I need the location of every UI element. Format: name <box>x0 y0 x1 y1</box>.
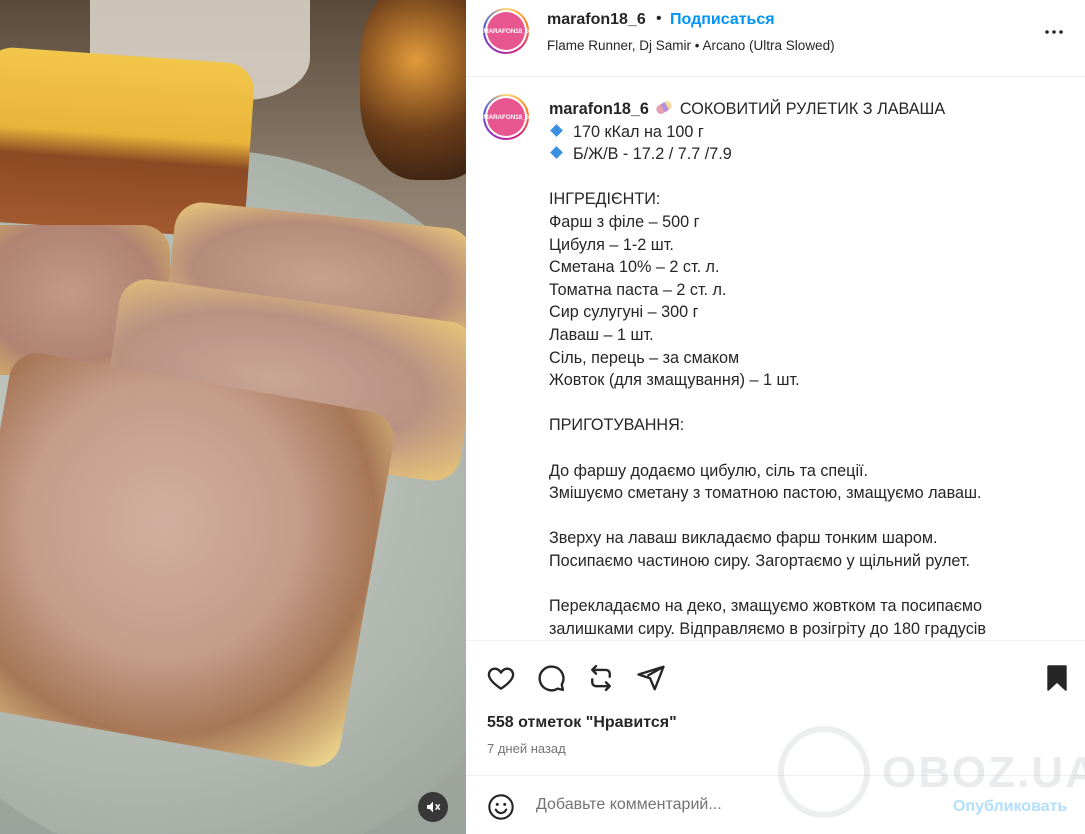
mute-button[interactable] <box>418 792 448 822</box>
step-line: Зверху на лаваш викладаємо фарш тонким ш… <box>549 529 938 548</box>
ingredient-item: Фарш з філе – 500 г <box>549 212 700 231</box>
diamond-icon <box>550 146 563 160</box>
roll-slice <box>0 348 399 772</box>
roll-emoji-icon <box>655 99 674 116</box>
macros: Б/Ж/В - 17.2 / 7.7 /7.9 <box>573 145 732 164</box>
comment-input[interactable] <box>536 796 936 814</box>
avatar[interactable]: MARAFON18_6 <box>483 94 529 140</box>
diamond-icon <box>550 123 563 137</box>
ingredient-item: Лаваш – 1 шт. <box>549 325 654 344</box>
likes-count[interactable]: 558 отметок "Нравится" <box>487 714 677 732</box>
post-media[interactable] <box>0 0 466 834</box>
prep-header: ПРИГОТУВАННЯ: <box>549 416 685 435</box>
step-line: залишками сиру. Відправляємо в розігріту… <box>549 619 987 638</box>
ingredient-item: Цибуля – 1-2 шт. <box>549 235 674 254</box>
post-comment-button[interactable]: Опубликовать <box>953 798 1067 816</box>
step-line: До фаршу додаємо цибулю, сіль та спеції. <box>549 461 869 480</box>
step-line: Змішуємо сметану з томатною пастою, змащ… <box>549 484 982 503</box>
share-icon[interactable] <box>636 663 666 693</box>
ingredient-item: Жовток (для змащування) – 1 шт. <box>549 371 800 390</box>
caption-title: СОКОВИТИЙ РУЛЕТИК З ЛАВАША <box>679 100 946 118</box>
ingredient-item: Сіль, перець – за смаком <box>549 348 740 367</box>
post-header: MARAFON18_6 marafon18_6 • Подписаться Fl… <box>466 0 1085 77</box>
action-bar: 558 отметок "Нравится" 7 дней назад <box>466 640 1085 775</box>
speaker-muted-icon <box>427 801 441 813</box>
caption-username[interactable]: marafon18_6 <box>549 100 649 118</box>
emoji-icon[interactable] <box>487 793 515 821</box>
calories: 170 кКал на 100 г <box>573 122 704 141</box>
background-object <box>360 0 466 180</box>
ingredient-item: Сир сулугуні – 300 г <box>549 303 699 322</box>
comment-icon[interactable] <box>536 663 566 693</box>
audio-link[interactable]: Flame Runner, Dj Samir • Arcano (Ultra S… <box>547 38 835 53</box>
username-link[interactable]: marafon18_6 <box>547 11 646 29</box>
caption-area: MARAFON18_6 marafon18_6 СОКОВИТИЙ РУЛЕТИ… <box>466 78 1085 640</box>
ingredient-item: Сметана 10% – 2 ст. л. <box>549 258 720 277</box>
post-time[interactable]: 7 дней назад <box>487 741 566 756</box>
avatar-text: MARAFON18_6 <box>483 12 529 50</box>
comment-bar: Опубликовать <box>466 775 1085 834</box>
like-icon[interactable] <box>486 663 516 693</box>
step-line: Перекладаємо на деко, змащуємо жовтком т… <box>549 597 983 616</box>
post-panel: MARAFON18_6 marafon18_6 • Подписаться Fl… <box>466 0 1085 834</box>
caption-text: marafon18_6 СОКОВИТИЙ РУЛЕТИК З ЛАВАША 1… <box>549 98 1069 640</box>
separator: • <box>656 10 662 27</box>
ingredient-item: Томатна паста – 2 ст. л. <box>549 280 727 299</box>
avatar-text: MARAFON18_6 <box>483 98 529 136</box>
more-icon[interactable] <box>1042 20 1066 44</box>
follow-button[interactable]: Подписаться <box>670 11 775 29</box>
bookmark-icon[interactable] <box>1042 663 1072 693</box>
repost-icon[interactable] <box>586 663 616 693</box>
step-line: Посипаємо частиною сиру. Загортаємо у щі… <box>549 551 971 570</box>
avatar[interactable]: MARAFON18_6 <box>483 8 529 54</box>
ingredients-header: ІНГРЕДІЄНТИ: <box>549 190 661 209</box>
